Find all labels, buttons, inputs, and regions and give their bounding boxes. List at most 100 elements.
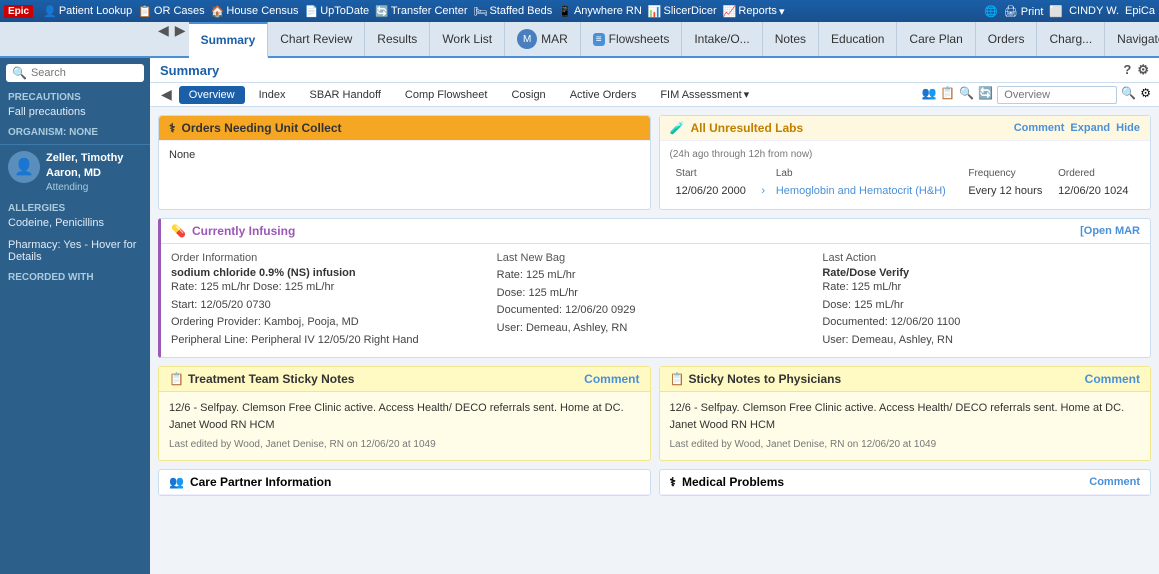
nav-uptodate[interactable]: 📄 UpToDate [305, 5, 370, 18]
expand-icon[interactable]: ⬜ [1049, 5, 1063, 18]
sub-tab-sbar[interactable]: SBAR Handoff [300, 86, 391, 104]
sub-tab-active-orders[interactable]: Active Orders [560, 86, 647, 104]
tab-work-list[interactable]: Work List [430, 22, 505, 56]
treatment-sticky-comment[interactable]: Comment [584, 372, 639, 386]
physician-sticky-title: Sticky Notes to Physicians [688, 372, 841, 386]
nav-staffed-beds[interactable]: 🛏 Staffed Beds [473, 5, 552, 18]
treatment-sticky-edited: Last edited by Wood, Janet Denise, RN on… [169, 437, 640, 452]
labs-hide-action[interactable]: Hide [1116, 122, 1140, 134]
nav-or-cases[interactable]: 📋 OR Cases [138, 5, 204, 18]
order-peripheral: Peripheral Line: Peripheral IV 12/05/20 … [171, 332, 489, 350]
sub-tab-cosign[interactable]: Cosign [501, 86, 555, 104]
sub-tab-overview[interactable]: Overview [179, 86, 245, 104]
medical-problems-comment[interactable]: Comment [1089, 476, 1140, 488]
settings-icon[interactable]: ⚙ [1137, 62, 1149, 78]
orders-collect-title: Orders Needing Unit Collect [182, 121, 342, 135]
order-start: Start: 12/05/20 0730 [171, 297, 489, 315]
tab-bar: ◀ ▶ Summary Chart Review Results Work Li… [0, 22, 1159, 58]
search-icon: 🔍 [12, 66, 27, 80]
labs-start-date: 12/06/20 2000 [672, 183, 756, 199]
last-action-doc: Documented: 12/06/20 1100 [822, 314, 1140, 332]
tab-summary[interactable]: Summary [189, 22, 269, 58]
labs-expand-action[interactable]: Expand [1070, 122, 1110, 134]
medical-problems-card: ⚕ Medical Problems Comment [659, 469, 1152, 496]
last-action-label: Last Action [822, 252, 1140, 264]
bottom-row: 👥 Care Partner Information ⚕ Medical Pro… [158, 469, 1151, 496]
nav-transfer-center[interactable]: 🔄 Transfer Center [375, 5, 467, 18]
care-partner-header: 👥 Care Partner Information [159, 470, 650, 495]
sticky-notes-row: 📋 Treatment Team Sticky Notes Comment 12… [158, 366, 1151, 461]
copy-icon[interactable]: 📋 [940, 86, 955, 104]
sub-tab-comp-flowsheet[interactable]: Comp Flowsheet [395, 86, 498, 104]
tab-education[interactable]: Education [819, 22, 897, 56]
physician-sticky-comment[interactable]: Comment [1085, 372, 1140, 386]
tab-orders[interactable]: Orders [976, 22, 1038, 56]
refresh-icon[interactable]: 🔄 [978, 86, 993, 104]
nav-reports[interactable]: 📈 Reports ▾ [723, 5, 785, 18]
medical-problems-title: Medical Problems [682, 475, 784, 489]
globe-icon[interactable]: 🌐 [984, 5, 998, 18]
infusing-icon: 💊 [171, 224, 186, 238]
zoom-icon[interactable]: 🔍 [959, 86, 974, 104]
allergies-item[interactable]: Codeine, Penicillins [8, 216, 142, 230]
recorded-title: RECORDED WITH [8, 272, 142, 283]
last-bag-rate: Rate: 125 mL/hr [497, 267, 815, 285]
tab-notes[interactable]: Notes [763, 22, 819, 56]
labs-title: All Unresulted Labs [690, 121, 803, 135]
labs-frequency: Every 12 hours [964, 183, 1052, 199]
sub-nav-icons: 👥 📋 🔍 🔄 🔍 ⚙ [921, 86, 1151, 104]
nav-patient-lookup[interactable]: 👤 Patient Lookup [43, 5, 132, 18]
labs-lab-name[interactable]: Hemoglobin and Hematocrit (H&H) [772, 183, 962, 199]
tab-charg[interactable]: Charg... [1037, 22, 1105, 56]
infusing-last-action-col: Last Action Rate/Dose Verify Rate: 125 m… [822, 252, 1140, 349]
top-nav: Epic 👤 Patient Lookup 📋 OR Cases 🏠 House… [0, 0, 1159, 22]
user-name: CINDY W. [1069, 5, 1119, 17]
nav-back[interactable]: ◀ [155, 22, 172, 56]
open-mar-action[interactable]: [Open MAR [1080, 225, 1140, 237]
pharmacy-item[interactable]: Pharmacy: Yes - Hover for Details [8, 238, 142, 264]
order-info-label: Order Information [171, 252, 489, 264]
tab-chart-review[interactable]: Chart Review [268, 22, 365, 56]
tab-flowsheets[interactable]: ≡ Flowsheets [581, 22, 683, 56]
nav-anywhere-rn[interactable]: 📱 Anywhere RN [558, 5, 642, 18]
epic-logo[interactable]: Epic [4, 5, 33, 18]
patient-info: 👤 Zeller, TimothyAaron, MD Attending [0, 144, 150, 199]
labs-card: 🧪 All Unresulted Labs Comment Expand Hid… [659, 115, 1152, 210]
tab-intake[interactable]: Intake/O... [682, 22, 762, 56]
tab-results[interactable]: Results [365, 22, 430, 56]
sub-search-icon[interactable]: 🔍 [1121, 86, 1136, 104]
labs-table: Start Lab Frequency Ordered 12/06/20 200… [670, 164, 1141, 201]
treatment-sticky-card: 📋 Treatment Team Sticky Notes Comment 12… [158, 366, 651, 461]
main-content: Summary ? ⚙ ◀ Overview Index SBAR Handof… [150, 58, 1159, 574]
sub-search-input[interactable] [997, 86, 1117, 104]
help-icon[interactable]: ? [1123, 62, 1131, 78]
filter-icon[interactable]: ⚙ [1140, 86, 1151, 104]
search-input[interactable] [31, 67, 138, 79]
infusing-grid: Order Information sodium chloride 0.9% (… [161, 244, 1150, 357]
mar-icon: M [517, 29, 537, 49]
sub-nav-back[interactable]: ◀ [158, 86, 175, 103]
sidebar-search-container[interactable]: 🔍 [6, 64, 144, 82]
nav-forward[interactable]: ▶ [172, 22, 189, 56]
labs-comment-action[interactable]: Comment [1014, 122, 1065, 134]
fall-precautions-item[interactable]: Fall precautions [8, 105, 142, 119]
order-details: Rate: 125 mL/hr Dose: 125 mL/hr [171, 279, 489, 297]
tab-care-plan[interactable]: Care Plan [897, 22, 975, 56]
infusing-header: 💊 Currently Infusing [Open MAR [161, 219, 1150, 244]
summary-title: Summary [160, 63, 219, 78]
sub-tab-index[interactable]: Index [249, 86, 296, 104]
care-partner-icon: 👥 [169, 475, 184, 489]
physician-sticky-card: 📋 Sticky Notes to Physicians Comment 12/… [659, 366, 1152, 461]
pharmacy-section: Pharmacy: Yes - Hover for Details [0, 234, 150, 268]
nav-slicerdicer[interactable]: 📊 SlicerDicer [648, 5, 717, 18]
tab-mar[interactable]: M MAR [505, 22, 581, 56]
nav-house-census[interactable]: 🏠 House Census [211, 5, 299, 18]
treatment-sticky-body: 12/6 - Selfpay. Clemson Free Clinic acti… [159, 392, 650, 460]
tab-navigators[interactable]: Navigators [1105, 22, 1159, 56]
sub-tab-fim[interactable]: FIM Assessment ▾ [650, 85, 759, 104]
labs-subtitle: (24h ago through 12h from now) [670, 149, 1141, 160]
order-provider: Ordering Provider: Kamboj, Pooja, MD [171, 314, 489, 332]
people-icon[interactable]: 👥 [921, 86, 936, 104]
labs-ordered-header: Ordered [1054, 166, 1138, 181]
print-button[interactable]: 🖨 Print [1004, 5, 1044, 18]
